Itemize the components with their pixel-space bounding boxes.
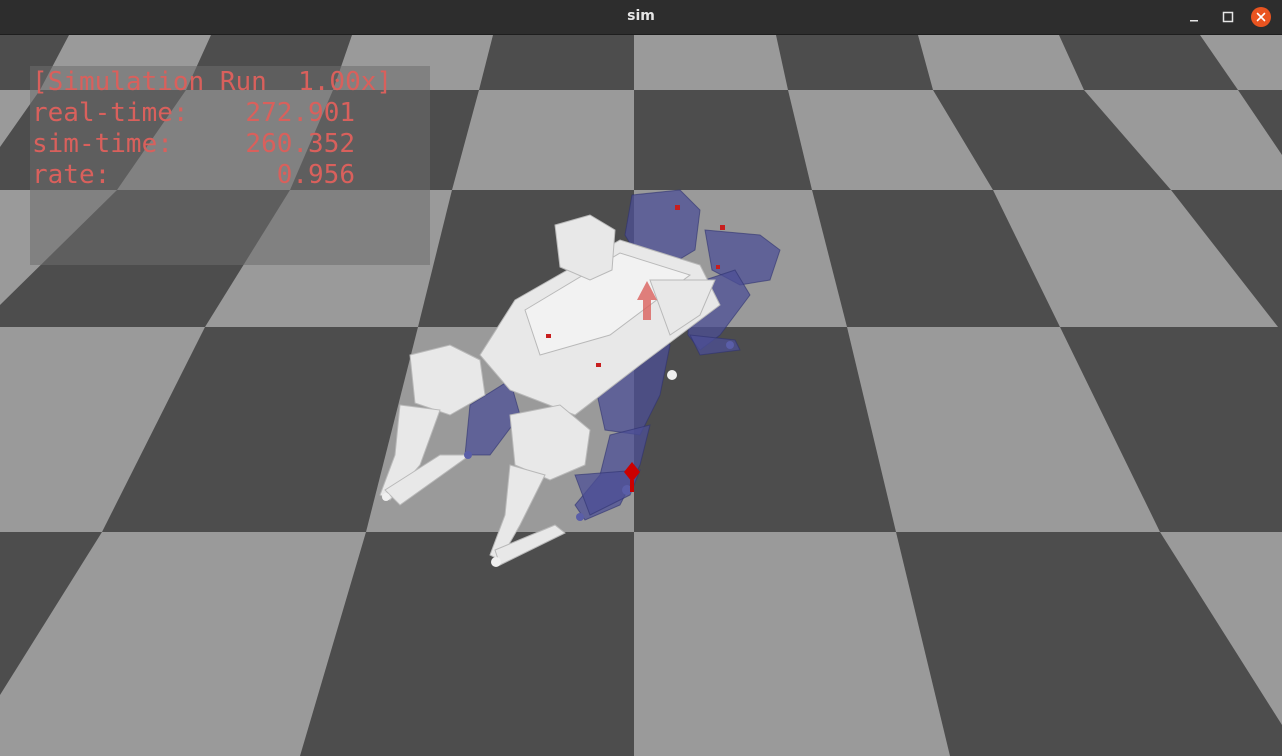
window-title: sim <box>627 8 655 24</box>
real-time-label: real-time: <box>32 98 189 128</box>
simulation-stats-overlay: [Simulation Run 1.00x] real-time: 272.90… <box>30 66 430 265</box>
minimize-button[interactable] <box>1182 6 1206 28</box>
close-icon <box>1256 12 1266 22</box>
close-button-circle <box>1251 7 1271 27</box>
close-button[interactable] <box>1250 6 1272 28</box>
sim-window: sim [Simulation Run 1.00x] real-time: 27… <box>0 0 1282 756</box>
rate-label: rate: <box>32 160 111 190</box>
maximize-button[interactable] <box>1216 6 1240 28</box>
rate-value: 0.956 <box>276 160 355 190</box>
minimize-icon <box>1190 20 1198 22</box>
real-time-value: 272.901 <box>245 98 355 128</box>
sim-time-value: 260.352 <box>245 129 355 159</box>
maximize-icon <box>1222 11 1234 23</box>
simulation-viewport[interactable]: [Simulation Run 1.00x] real-time: 272.90… <box>0 35 1282 756</box>
title-bar[interactable]: sim <box>0 0 1282 35</box>
overlay-header: [Simulation Run 1.00x] <box>32 67 393 97</box>
sim-time-label: sim-time: <box>32 129 173 159</box>
